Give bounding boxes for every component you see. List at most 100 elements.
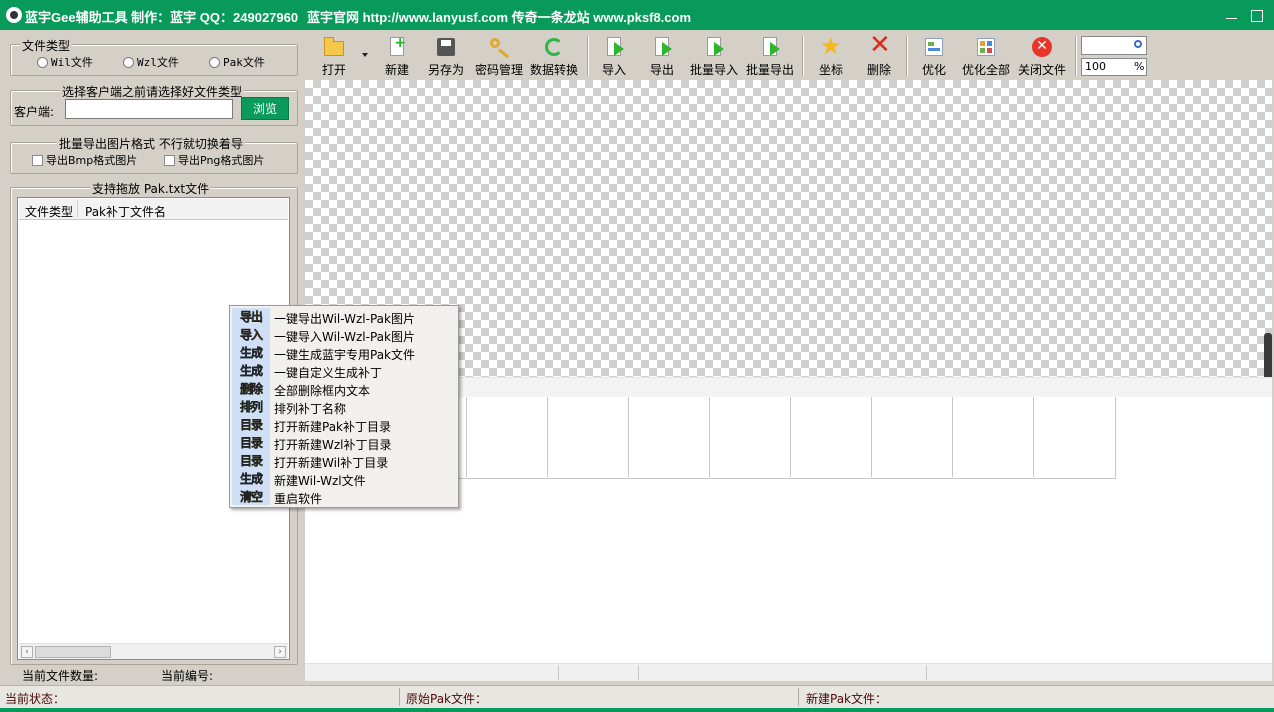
menu-item-clear-text[interactable]: 删除 全部删除框内文本	[232, 380, 458, 398]
thumbnail-cell[interactable]	[710, 397, 791, 477]
client-group-title: 选择客户端之前请选择好文件类型	[60, 83, 245, 100]
toolbar-divider	[906, 36, 907, 76]
save-icon	[435, 36, 457, 57]
column-pak-name[interactable]: Pak补丁文件名	[85, 203, 166, 220]
toolbar-divider	[587, 36, 588, 76]
image-info-bar	[305, 663, 1272, 681]
optimize-button[interactable]: 优化	[919, 34, 949, 78]
thumbnail-cell[interactable]	[953, 397, 1034, 477]
info-divider	[558, 666, 559, 680]
optimize-icon	[923, 36, 945, 57]
convert-button[interactable]: 数据转换	[529, 34, 579, 78]
password-button[interactable]: 密码管理	[474, 34, 524, 78]
minimize-button[interactable]	[1224, 7, 1240, 23]
thumbnail-cell[interactable]	[467, 397, 548, 477]
menu-badge: 导出	[239, 310, 263, 324]
export-bmp-box[interactable]	[32, 154, 43, 166]
pak-list-group-title: 支持拖放 Pak.txt文件	[90, 180, 212, 197]
menu-badge: 目录	[239, 418, 263, 432]
status-bar: 当前状态： 原始Pak文件： 新建Pak文件：	[0, 685, 1274, 708]
menu-item-sort-names[interactable]: 排列 排列补丁名称	[232, 398, 458, 416]
menu-item-label: 新建Wil-Wzl文件	[274, 474, 366, 488]
thumbnail-cell[interactable]	[548, 397, 629, 477]
export-png-box[interactable]	[164, 154, 175, 166]
menu-item-new-wil-wzl[interactable]: 生成 新建Wil-Wzl文件	[232, 470, 458, 488]
zoom-unit: %	[1134, 60, 1145, 73]
app-icon	[6, 7, 22, 23]
info-divider	[638, 666, 639, 680]
optimize-all-button[interactable]: 优化全部	[961, 34, 1011, 78]
radio-pak-dot[interactable]	[209, 56, 220, 68]
menu-item-restart[interactable]: 清空 重启软件	[232, 488, 458, 506]
status-original-pak: 原始Pak文件：	[406, 692, 488, 706]
menu-badge: 生成	[239, 364, 263, 378]
export-png-checkbox[interactable]: 导出Png格式图片	[164, 152, 264, 168]
export-icon	[651, 36, 673, 57]
radio-pak-label: Pak文件	[223, 56, 265, 69]
radio-wil-dot[interactable]	[37, 56, 48, 68]
browse-button[interactable]: 浏览	[241, 97, 289, 120]
new-button[interactable]: 新建	[381, 34, 413, 78]
menu-item-label: 重启软件	[274, 492, 323, 506]
export-png-label: 导出Png格式图片	[178, 154, 265, 167]
radio-wil[interactable]: Wil文件	[37, 54, 93, 70]
window-title: 蓝宇Gee辅助工具 制作：蓝宇 QQ：249027960	[25, 10, 299, 25]
toolbar-divider	[1075, 36, 1076, 76]
column-file-type[interactable]: 文件类型	[25, 203, 73, 220]
key-icon	[488, 36, 510, 57]
toolbar-divider	[802, 36, 803, 76]
menu-badge: 生成	[239, 346, 263, 360]
export-button[interactable]: 导出	[647, 34, 677, 78]
batch-export-button[interactable]: 批量导出	[745, 34, 795, 78]
menu-item-open-pak-dir[interactable]: 目录 打开新建Pak补丁目录	[232, 416, 458, 434]
menu-item-label: 一键导入Wil-Wzl-Pak图片	[274, 330, 415, 344]
scroll-left-icon[interactable]: ‹	[21, 646, 33, 658]
menu-item-generate-pak[interactable]: 生成 一键生成蓝宇专用Pak文件	[232, 344, 458, 362]
radio-pak[interactable]: Pak文件	[209, 54, 265, 70]
menu-item-open-wil-dir[interactable]: 目录 打开新建Wil补丁目录	[232, 452, 458, 470]
maximize-button[interactable]	[1249, 7, 1265, 23]
open-dropdown-icon[interactable]	[362, 53, 368, 57]
status-divider	[798, 688, 799, 706]
file-type-group-title: 文件类型	[20, 37, 73, 54]
export-bmp-checkbox[interactable]: 导出Bmp格式图片	[32, 152, 137, 168]
status-new-pak: 新建Pak文件：	[806, 692, 888, 706]
current-index-label: 当前编号:	[161, 669, 214, 683]
radio-wzl-label: Wzl文件	[137, 56, 179, 69]
menu-badge: 导入	[239, 328, 263, 342]
radio-wzl[interactable]: Wzl文件	[123, 54, 179, 70]
list-header: 文件类型 Pak补丁文件名	[19, 199, 288, 220]
menu-item-open-wzl-dir[interactable]: 目录 打开新建Wzl补丁目录	[232, 434, 458, 452]
menu-badge: 排列	[239, 400, 263, 414]
menu-badge: 目录	[239, 436, 263, 450]
import-icon	[603, 36, 625, 57]
radio-wzl-dot[interactable]	[123, 56, 134, 68]
menu-item-generate-custom-patch[interactable]: 生成 一键自定义生成补丁	[232, 362, 458, 380]
zoom-search-field[interactable]	[1081, 36, 1147, 55]
batch-import-button[interactable]: 批量导入	[689, 34, 739, 78]
client-path-input[interactable]	[65, 99, 233, 119]
save-as-button[interactable]: 另存为	[426, 34, 466, 78]
scroll-thumb[interactable]	[35, 646, 111, 658]
menu-item-import-all[interactable]: 导入 一键导入Wil-Wzl-Pak图片	[232, 326, 458, 344]
thumbnail-cell[interactable]	[629, 397, 710, 477]
thumbnail-cell[interactable]	[1034, 397, 1115, 477]
file-count-label: 当前文件数量:	[22, 669, 99, 683]
menu-item-export-all[interactable]: 导出 一键导出Wil-Wzl-Pak图片	[232, 308, 458, 326]
star-icon: ★	[820, 32, 842, 60]
close-file-button[interactable]: ✕ 关闭文件	[1017, 34, 1067, 78]
coordinate-button[interactable]: ★ 坐标	[816, 34, 846, 78]
thumbnail-cell[interactable]	[791, 397, 872, 477]
open-button[interactable]: 打开	[318, 34, 350, 78]
horizontal-scrollbar[interactable]: ‹ ›	[19, 643, 288, 659]
client-label: 客户端:	[14, 105, 55, 119]
menu-item-label: 一键自定义生成补丁	[274, 366, 383, 380]
window-bottom-border	[0, 708, 1274, 712]
scroll-right-icon[interactable]: ›	[274, 646, 286, 658]
import-button[interactable]: 导入	[599, 34, 629, 78]
close-circle-icon: ✕	[1031, 36, 1053, 57]
new-file-icon	[386, 35, 408, 57]
column-separator[interactable]	[77, 201, 78, 217]
thumbnail-cell[interactable]	[872, 397, 953, 477]
delete-button[interactable]: ✕ 删除	[864, 32, 894, 78]
